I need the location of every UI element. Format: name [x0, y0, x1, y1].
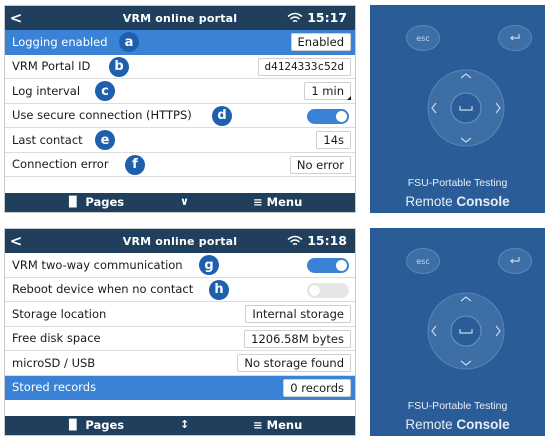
brand-bold: Console [456, 417, 510, 432]
wifi-icon [287, 12, 303, 22]
row-label: Stored records [12, 380, 97, 395]
toggle-knob [309, 284, 320, 296]
title-bar: < VRM online portal 15:17 [5, 6, 355, 30]
bar-chart-icon: ▐▌ [65, 196, 81, 208]
row-value: 0 records [283, 378, 351, 397]
wifi-icon [287, 235, 303, 245]
clock-time: 15:18 [307, 233, 347, 248]
title-bar: < VRM online portal 15:18 [5, 229, 355, 253]
list-item-storage-location[interactable]: Storage location Internal storage [5, 302, 355, 327]
status-area: 15:17 [287, 10, 347, 25]
direction-pad[interactable] [426, 68, 506, 148]
row-label: VRM Portal ID [12, 59, 91, 74]
device-name: FSU-Portable Testing [407, 177, 508, 189]
https-toggle[interactable] [307, 108, 349, 124]
list-item-reboot-device[interactable]: Reboot device when no contact h [5, 277, 355, 302]
top-panel: < VRM online portal 15:17 Logging enable… [0, 0, 545, 213]
list-item-stored-records[interactable]: Stored records 0 records [5, 375, 355, 400]
list-item-microsd-usb[interactable]: microSD / USB No storage found [5, 351, 355, 376]
row-label: Last contact [12, 132, 83, 147]
list-item-use-secure-connection[interactable]: Use secure connection (HTTPS) d [5, 103, 355, 128]
reboot-toggle[interactable] [307, 282, 349, 298]
row-value: No storage found [237, 354, 351, 372]
row-value: No error [289, 155, 351, 174]
callout-marker: b [109, 56, 129, 77]
esc-button[interactable]: esc [406, 25, 440, 51]
toggle-knob [336, 110, 347, 122]
pages-button[interactable]: ▐▌ Pages [65, 418, 124, 432]
enter-button[interactable] [498, 25, 532, 51]
row-label: Log interval [12, 83, 81, 98]
enter-icon [510, 257, 520, 264]
row-value: Enabled [290, 33, 351, 51]
bottom-nav-bar: ▐▌ Pages ∨ ≡ Menu [5, 193, 355, 212]
list-item-last-contact[interactable]: Last contact e 14s [5, 128, 355, 153]
list-item-connection-error[interactable]: Connection error f No error [5, 152, 355, 177]
callout-marker: c [95, 81, 115, 101]
row-label: Free disk space [12, 331, 101, 346]
row-value: 1 min [304, 82, 351, 100]
list-item-free-disk-space[interactable]: Free disk space 1206.58M bytes [5, 326, 355, 351]
callout-marker: e [95, 130, 115, 150]
enter-button[interactable] [498, 248, 532, 274]
toggle-knob [336, 260, 347, 271]
list-item-vrm-portal-id[interactable]: VRM Portal ID b d4124333c52d [5, 54, 355, 79]
callout-marker: h [209, 279, 229, 300]
brand-plain: Remote [405, 417, 457, 432]
callout-marker: g [199, 255, 219, 275]
hamburger-icon: ≡ [253, 195, 263, 209]
remote-console-panel: esc FSU-Portable Testing Remote Console [370, 228, 545, 436]
brand-bold: Console [456, 194, 510, 209]
clock-time: 15:17 [307, 10, 347, 25]
menu-button[interactable]: ≡ Menu [253, 195, 302, 209]
device-screen-top: < VRM online portal 15:17 Logging enable… [4, 5, 356, 213]
row-label: Reboot device when no contact [12, 282, 194, 297]
row-label: microSD / USB [12, 355, 96, 370]
callout-marker: d [212, 105, 232, 126]
list-item-logging-enabled[interactable]: Logging enabled a Enabled [5, 30, 355, 55]
row-value: 14s [316, 131, 351, 149]
row-value: Internal storage [245, 305, 351, 323]
settings-list: VRM two-way communication g Reboot devic… [5, 253, 355, 400]
device-screen-bottom: < VRM online portal 15:18 VRM two-way co… [4, 228, 356, 436]
pages-label: Pages [85, 195, 125, 209]
row-label: Use secure connection (HTTPS) [12, 108, 192, 123]
menu-label: Menu [266, 195, 303, 209]
enter-icon [510, 34, 520, 41]
menu-button[interactable]: ≡ Menu [253, 418, 302, 432]
callout-marker: f [125, 154, 145, 175]
two-way-toggle[interactable] [307, 258, 349, 273]
bottom-panel: < VRM online portal 15:18 VRM two-way co… [0, 223, 545, 436]
bar-chart-icon: ▐▌ [65, 419, 81, 431]
direction-pad[interactable] [426, 291, 506, 371]
brand-plain: Remote [405, 194, 457, 209]
esc-button[interactable]: esc [406, 248, 440, 274]
back-chevron-left-icon[interactable]: < [5, 232, 27, 250]
bottom-nav-bar: ▐▌ Pages ↕ ≡ Menu [5, 416, 355, 435]
menu-label: Menu [266, 418, 303, 432]
list-item-vrm-two-way-communication[interactable]: VRM two-way communication g [5, 253, 355, 278]
status-area: 15:18 [287, 233, 347, 248]
chevron-down-icon[interactable]: ∨ [180, 195, 189, 208]
remote-console-logo: Remote Console [370, 417, 545, 432]
pages-label: Pages [85, 418, 125, 432]
row-value: d4124333c52d [257, 57, 351, 76]
pages-button[interactable]: ▐▌ Pages [65, 195, 124, 209]
row-label: VRM two-way communication [12, 257, 183, 272]
hamburger-icon: ≡ [253, 418, 263, 432]
row-label: Connection error [12, 157, 109, 172]
row-value: 1206.58M bytes [244, 329, 351, 348]
remote-console-panel: esc FSU-Portable Testing Remote Console [370, 5, 545, 213]
back-chevron-left-icon[interactable]: < [5, 9, 27, 27]
device-name: FSU-Portable Testing [407, 400, 508, 412]
remote-console-logo: Remote Console [370, 194, 545, 209]
settings-list: Logging enabled a Enabled VRM Portal ID … [5, 30, 355, 177]
list-item-log-interval[interactable]: Log interval c 1 min [5, 79, 355, 104]
callout-marker: a [119, 32, 139, 52]
chevron-up-down-icon[interactable]: ↕ [180, 418, 189, 431]
row-label: Storage location [12, 306, 107, 321]
row-label: Logging enabled [12, 34, 108, 49]
